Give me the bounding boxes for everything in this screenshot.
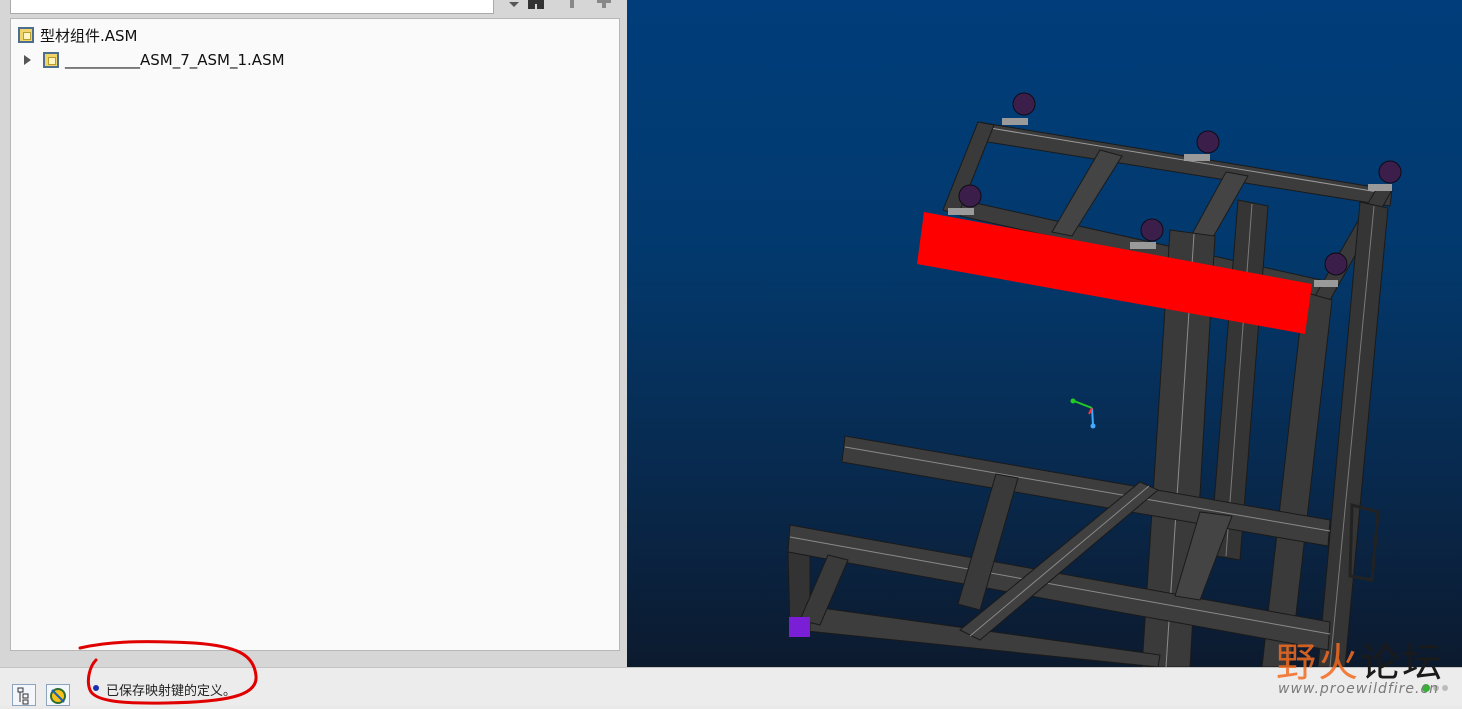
tree-item-label: 型材组件.ASM (40, 26, 138, 45)
model-tree-toggle-button[interactable] (12, 684, 36, 706)
model-tree-panel: 型材组件.ASM __________ASM_7_ASM_1.ASM (0, 0, 627, 667)
assembly-icon (18, 27, 34, 43)
coordinate-system-icon (1070, 398, 1096, 429)
watermark-brand: 野火论坛 (1276, 640, 1444, 686)
add-column-icon[interactable] (595, 0, 613, 10)
aluminum-frame-model (787, 92, 1402, 667)
graphics-viewport[interactable] (627, 0, 1462, 667)
regenerate-icon (50, 688, 66, 704)
expand-arrow-icon[interactable] (24, 55, 31, 65)
model-tree: 型材组件.ASM __________ASM_7_ASM_1.ASM (10, 18, 620, 651)
datum-marker (789, 617, 810, 637)
annotation-circle (78, 640, 258, 705)
tree-item-label: __________ASM_7_ASM_1.ASM (65, 51, 285, 69)
tree-settings-dropdown-icon[interactable] (505, 0, 523, 10)
binoculars-icon[interactable] (527, 0, 545, 10)
watermark-url: www.proewildfire.cn (1278, 681, 1440, 697)
tree-item-subassembly[interactable]: __________ASM_7_ASM_1.ASM (24, 49, 285, 71)
tree-item-root-assembly[interactable]: 型材组件.ASM (18, 24, 138, 46)
regenerate-button[interactable] (46, 684, 70, 706)
assembly-icon (43, 52, 59, 68)
tree-search-input[interactable] (10, 0, 494, 14)
filter-icon[interactable] (563, 0, 581, 10)
model-tree-icon (17, 687, 29, 705)
